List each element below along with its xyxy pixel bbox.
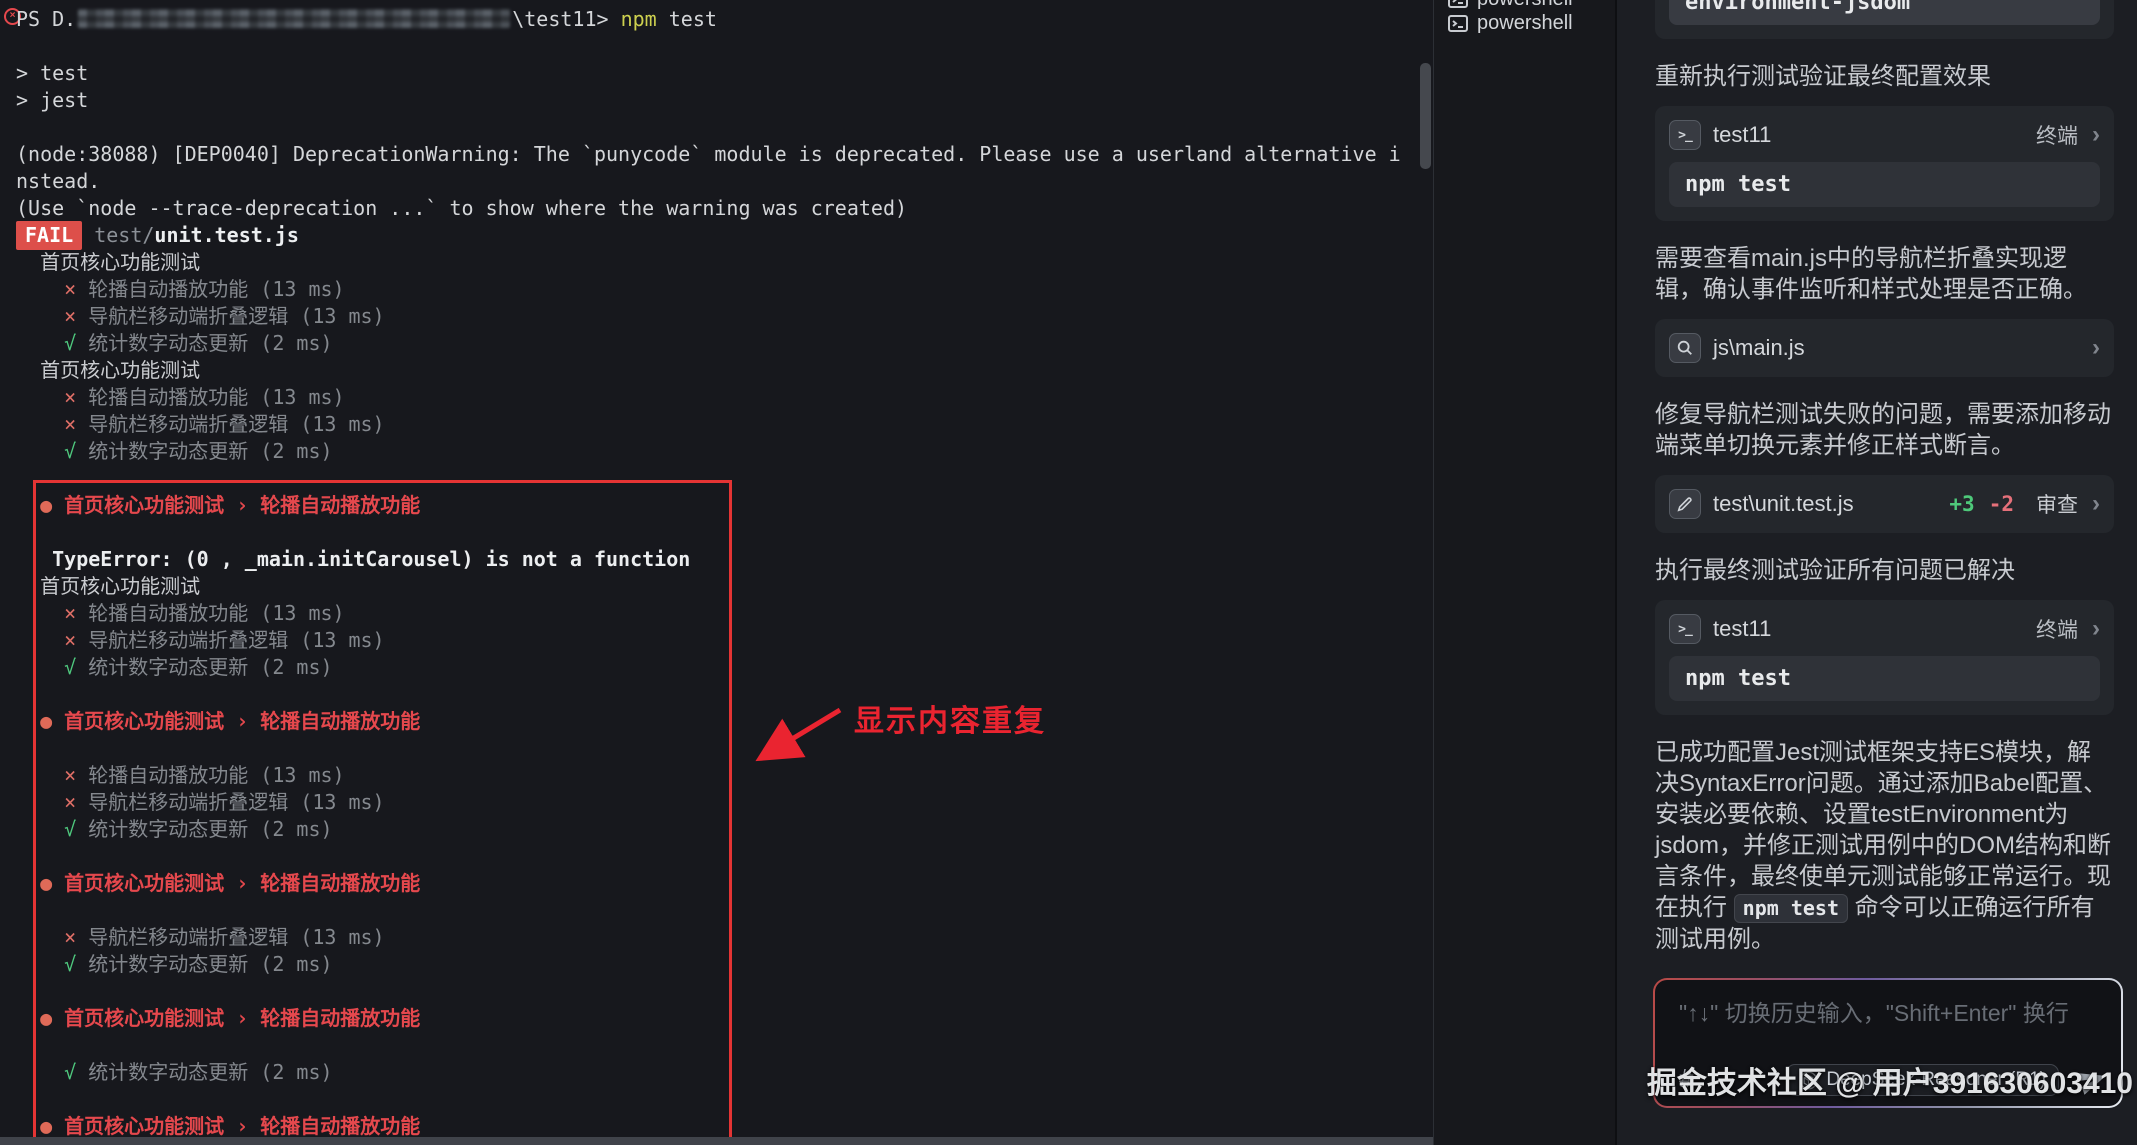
error-highlight-box xyxy=(33,480,732,1145)
search-icon xyxy=(1676,339,1694,357)
terminal-vertical-scrollbar[interactable] xyxy=(1420,63,1431,169)
terminal-chip: >_ xyxy=(1669,614,1701,644)
annotation-arrow-icon xyxy=(740,698,860,778)
assistant-paragraph: 重新执行测试验证最终配置效果 xyxy=(1655,61,2114,92)
terminal-line: nstead. xyxy=(16,168,1433,195)
assistant-conversation: environment-jsdom 重新执行测试验证最终配置效果 >_ test11 终… xyxy=(1655,0,2114,1009)
terminal-horizontal-scrollbar[interactable] xyxy=(0,1137,1433,1145)
terminal-card[interactable]: >_ test11 终端 › npm test xyxy=(1655,600,2114,715)
terminal-card-title: test11 xyxy=(1713,616,2024,642)
terminal-list-label: powershell xyxy=(1477,0,1573,11)
terminal-icon xyxy=(1448,0,1468,8)
annotation-text: 显示内容重复 xyxy=(854,696,1046,740)
terminal-line: √ 统计数字动态更新 (2 ms) xyxy=(16,330,1433,357)
file-card-label: test\unit.test.js xyxy=(1713,491,1937,517)
terminal-line: (node:38088) [DEP0040] DeprecationWarnin… xyxy=(16,141,1433,168)
terminal-card-tag: 终端 xyxy=(2036,614,2078,644)
file-card-label: js\main.js xyxy=(1713,335,2078,361)
diff-added: +3 xyxy=(1949,492,1974,516)
terminal-line: × 轮播自动播放功能 (13 ms) xyxy=(16,276,1433,303)
code-card-partial: environment-jsdom xyxy=(1655,0,2114,39)
terminal-line: × 导航栏移动端折叠逻辑 (13 ms) xyxy=(16,411,1433,438)
terminal-icon: >_ xyxy=(1678,622,1692,637)
terminal-line: FAIL test/unit.test.js xyxy=(16,222,1433,249)
file-card[interactable]: test\unit.test.js +3 -2 审查 › xyxy=(1655,475,2114,533)
terminal-line: (Use `node --trace-deprecation ...` to s… xyxy=(16,195,1433,222)
file-card-row: js\main.js › xyxy=(1669,333,2100,363)
terminal-card-header: >_ test11 终端 › xyxy=(1669,120,2100,150)
terminal-card-header: >_ test11 终端 › xyxy=(1669,614,2100,644)
assistant-paragraph: 执行最终测试验证所有问题已解决 xyxy=(1655,555,2114,586)
diff-removed: -2 xyxy=(1989,492,2014,516)
search-chip xyxy=(1669,333,1701,363)
terminal-card[interactable]: >_ test11 终端 › npm test xyxy=(1655,106,2114,221)
file-card-row: test\unit.test.js +3 -2 审查 › xyxy=(1669,489,2100,519)
chevron-right-icon[interactable]: › xyxy=(2092,123,2100,147)
terminal-line: PS D.\test11> npm test xyxy=(16,6,1433,33)
review-action[interactable]: 审查 xyxy=(2036,489,2078,519)
inline-code-chip: npm test xyxy=(1734,894,1848,923)
terminal-chip: >_ xyxy=(1669,120,1701,150)
terminal-line xyxy=(16,114,1433,141)
chevron-right-icon[interactable]: › xyxy=(2092,617,2100,641)
chat-input[interactable] xyxy=(1677,992,2099,1052)
terminal-line: × 轮播自动播放功能 (13 ms) xyxy=(16,384,1433,411)
chevron-right-icon[interactable]: › xyxy=(2092,492,2100,516)
terminal-line xyxy=(16,33,1433,60)
file-card[interactable]: js\main.js › xyxy=(1655,319,2114,377)
terminal-line: > test xyxy=(16,60,1433,87)
terminal-list-label: powershell xyxy=(1477,12,1573,35)
terminal-line: √ 统计数字动态更新 (2 ms) xyxy=(16,438,1433,465)
terminal-list-item[interactable]: powershell xyxy=(1448,0,1573,11)
assistant-paragraph: 已成功配置Jest测试框架支持ES模块，解决SyntaxError问题。通过添加… xyxy=(1655,737,2114,955)
code-block: npm test xyxy=(1669,656,2100,701)
assistant-paragraph: 需要查看main.js中的导航栏折叠实现逻辑，确认事件监听和样式处理是否正确。 xyxy=(1655,243,2114,305)
terminal-card-tag: 终端 xyxy=(2036,120,2078,150)
terminal-pane[interactable]: × PS D.\test11> npm test > test> jest (n… xyxy=(0,0,1433,1145)
terminal-line: 首页核心功能测试 xyxy=(16,249,1433,276)
terminal-icon: >_ xyxy=(1678,128,1692,143)
code-block: environment-jsdom xyxy=(1669,0,2100,25)
assistant-panel: environment-jsdom 重新执行测试验证最终配置效果 >_ test11 终… xyxy=(1615,0,2137,1145)
terminal-list-panel: powershell powershell xyxy=(1433,0,1616,1145)
app-window: × PS D.\test11> npm test > test> jest (n… xyxy=(0,0,2137,1145)
terminal-line: 首页核心功能测试 xyxy=(16,357,1433,384)
terminal-list-item[interactable]: powershell xyxy=(1448,12,1573,35)
assistant-paragraph: 修复导航栏测试失败的问题，需要添加移动端菜单切换元素并修正样式断言。 xyxy=(1655,399,2114,461)
terminal-icon xyxy=(1448,15,1468,32)
chevron-right-icon[interactable]: › xyxy=(2092,336,2100,360)
pencil-icon xyxy=(1676,495,1694,513)
terminal-line: > jest xyxy=(16,87,1433,114)
watermark-text: 掘金技术社区 @ 用户391630603410 xyxy=(1647,1058,2133,1102)
redacted-path xyxy=(78,9,510,28)
terminal-line: × 导航栏移动端折叠逻辑 (13 ms) xyxy=(16,303,1433,330)
pencil-chip xyxy=(1669,489,1701,519)
terminal-card-title: test11 xyxy=(1713,122,2024,148)
code-block: npm test xyxy=(1669,162,2100,207)
